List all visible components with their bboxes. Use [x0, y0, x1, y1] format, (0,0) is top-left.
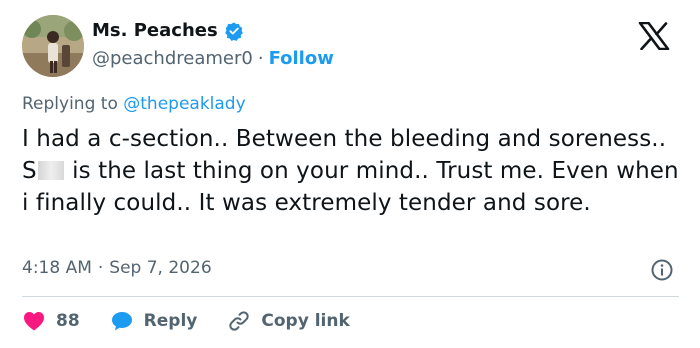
follow-button[interactable]: Follow [269, 48, 334, 69]
user-handle[interactable]: @peachdreamer0 [92, 48, 253, 69]
replying-prefix: Replying to [22, 94, 124, 114]
reply-bubble-icon [111, 312, 132, 331]
meta-separator: · [97, 258, 104, 278]
replying-to: Replying to @thepeaklady [22, 94, 246, 114]
copy-link-button[interactable]: Copy link [227, 309, 350, 333]
handle-separator: · [257, 48, 264, 69]
divider [22, 296, 679, 297]
tweet-text-after: is the last thing on your mind.. Trust m… [22, 158, 679, 216]
heart-icon [24, 312, 44, 331]
user-name[interactable]: Ms. Peaches [92, 20, 218, 41]
tweet-meta: 4:18 AM · Sep 7, 2026 [22, 258, 212, 278]
copy-link-label: Copy link [261, 311, 350, 331]
x-logo-icon[interactable] [638, 21, 670, 51]
tweet-date[interactable]: Sep 7, 2026 [109, 258, 211, 278]
like-button[interactable]: 88 [22, 309, 80, 333]
tweet-time[interactable]: 4:18 AM [22, 258, 92, 278]
user-name-row: Ms. Peaches [92, 20, 244, 41]
replying-mention[interactable]: @thepeaklady [123, 94, 245, 114]
info-icon[interactable] [650, 258, 674, 282]
handle-row: @peachdreamer0 · Follow [92, 48, 334, 69]
like-count: 88 [56, 311, 80, 331]
tweet-text: I had a c-section.. Between the bleeding… [22, 123, 687, 219]
link-icon [229, 311, 250, 331]
avatar-photo [22, 15, 84, 77]
action-bar: 88 Reply Copy link [22, 308, 380, 334]
reply-label: Reply [143, 311, 198, 331]
reply-button[interactable]: Reply [110, 309, 198, 333]
avatar[interactable] [22, 15, 84, 77]
censored-word [37, 161, 64, 180]
verified-badge-icon [224, 21, 244, 41]
